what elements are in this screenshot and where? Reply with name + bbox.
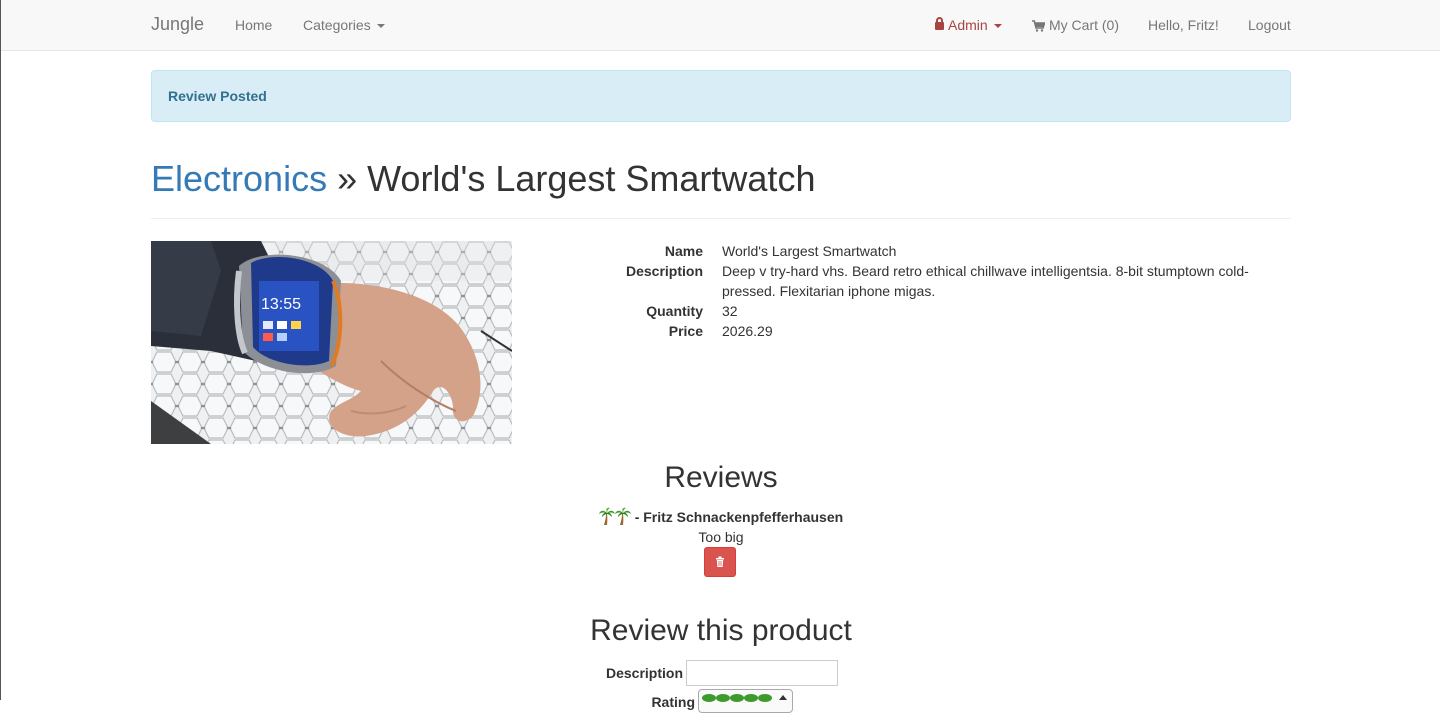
nav-admin-dropdown[interactable]: Admin	[935, 17, 1002, 33]
review-rating-label: Rating	[651, 694, 695, 710]
nav-admin-label: Admin	[948, 17, 988, 33]
review-rating	[598, 507, 635, 525]
page-title: Electronics » World's Largest Smartwatch	[151, 158, 1291, 219]
delete-review-button[interactable]	[704, 547, 736, 577]
review-description-input[interactable]	[686, 660, 838, 686]
name-value: World's Largest Smartwatch	[722, 243, 897, 259]
nav-logout[interactable]: Logout	[1248, 17, 1291, 33]
brand-link[interactable]: Jungle	[151, 14, 204, 35]
chevron-down-icon	[993, 24, 1002, 29]
description-label: Description	[625, 263, 703, 279]
nav-cart[interactable]: My Cart (0)	[1032, 17, 1119, 33]
product-title: World's Largest Smartwatch	[367, 158, 816, 199]
trash-icon	[716, 556, 724, 567]
description-value: Deep v try-hard vhs. Beard retro ethical…	[722, 263, 1249, 299]
rating-select[interactable]	[698, 689, 793, 713]
nav-home[interactable]: Home	[235, 17, 272, 33]
rating-palm-icons	[702, 694, 787, 702]
navbar: Jungle Home Categories Admin My Cart (0)…	[1, 0, 1440, 51]
cart-icon	[1032, 20, 1045, 32]
review-posted-alert: Review Posted	[151, 70, 1291, 122]
product-details: Name World's Largest Smartwatch Descripti…	[541, 241, 1291, 341]
lock-icon	[935, 17, 944, 30]
review-form-heading: Review this product	[590, 614, 852, 647]
review-author: - Fritz Schnackenpfefferhausen	[634, 509, 844, 525]
palm-tree-icon	[598, 507, 615, 525]
product-image: 13:55	[151, 241, 512, 444]
review-description: Too big	[698, 529, 744, 545]
svg-text:13:55: 13:55	[261, 296, 301, 313]
price-label: Price	[668, 323, 703, 339]
chevron-down-icon	[376, 24, 385, 29]
review-item: - Fritz Schnackenpfefferhausen	[1, 507, 1440, 527]
nav-categories-dropdown[interactable]: Categories	[303, 17, 385, 33]
nav-cart-label: My Cart (0)	[1049, 17, 1119, 33]
quantity-label: Quantity	[646, 303, 703, 319]
stepper-up-icon	[779, 695, 787, 700]
review-description-label: Description	[605, 665, 683, 681]
category-link[interactable]: Electronics	[151, 158, 327, 199]
price-value: 2026.29	[722, 323, 773, 339]
nav-categories-label: Categories	[303, 17, 371, 33]
reviews-heading: Reviews	[664, 461, 778, 494]
quantity-value: 32	[722, 303, 738, 319]
name-label: Name	[664, 243, 703, 259]
nav-user-greeting[interactable]: Hello, Fritz!	[1148, 17, 1219, 33]
palm-tree-icon	[614, 507, 631, 525]
title-separator: »	[327, 158, 368, 199]
